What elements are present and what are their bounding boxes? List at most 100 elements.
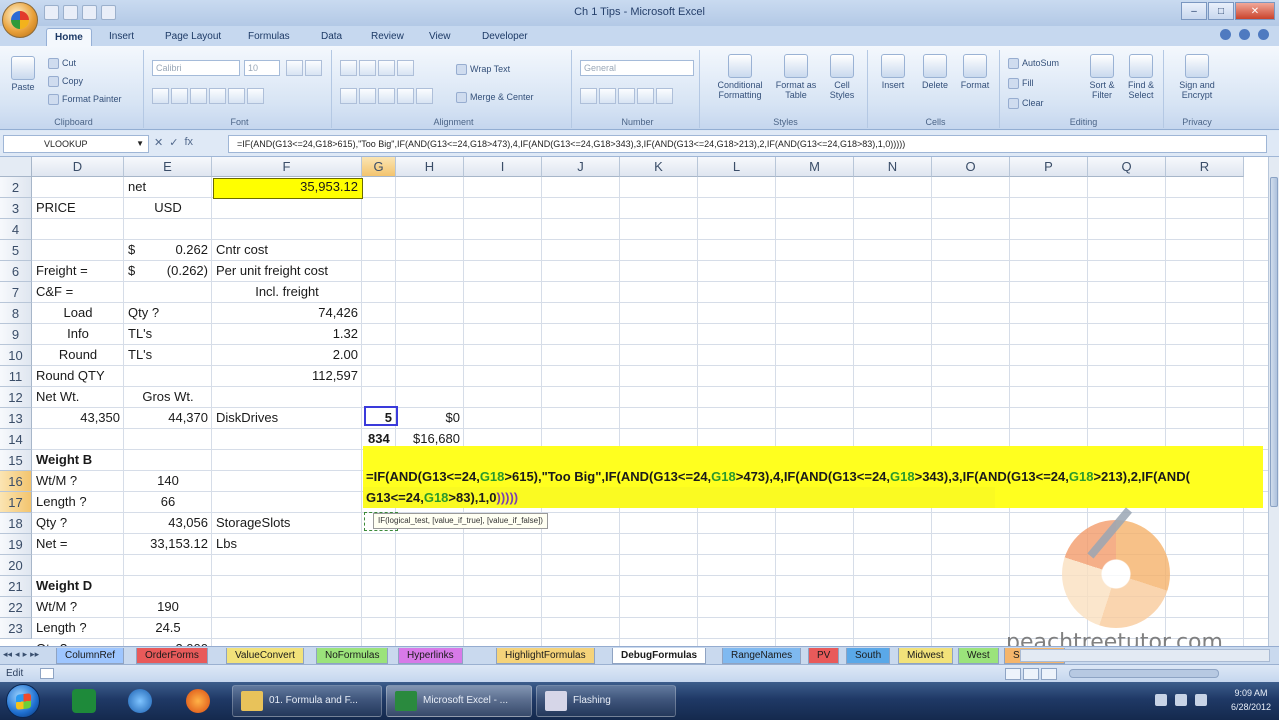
- copy-button[interactable]: Copy: [48, 74, 83, 88]
- column-header-g[interactable]: G: [362, 157, 396, 177]
- column-header-k[interactable]: K: [620, 157, 698, 177]
- cell-d11[interactable]: Round QTY: [32, 366, 124, 386]
- maximize-button[interactable]: □: [1208, 2, 1234, 20]
- start-button[interactable]: [6, 684, 40, 718]
- column-header-j[interactable]: J: [542, 157, 620, 177]
- insert-cells-button[interactable]: Insert: [878, 54, 908, 90]
- row-header-23[interactable]: 23: [0, 618, 32, 639]
- column-header-h[interactable]: H: [396, 157, 464, 177]
- column-header-q[interactable]: Q: [1088, 157, 1166, 177]
- wrap-text-button[interactable]: Wrap Text: [456, 62, 510, 76]
- sheet-tab-highlightformulas[interactable]: HighlightFormulas: [496, 648, 595, 664]
- network-icon[interactable]: [1175, 694, 1187, 706]
- cell-f2[interactable]: 35,953.12: [212, 177, 362, 197]
- pinned-app-1[interactable]: [64, 686, 104, 716]
- next-sheet-icon[interactable]: ▸: [23, 649, 28, 660]
- cell-e23[interactable]: 24.5: [124, 618, 212, 638]
- chevron-down-icon[interactable]: ▼: [136, 136, 144, 152]
- enter-icon[interactable]: ✓: [169, 136, 178, 149]
- row-header-16[interactable]: 16: [0, 471, 32, 492]
- column-header-f[interactable]: F: [212, 157, 362, 177]
- orientation-icon[interactable]: [397, 60, 414, 76]
- pinned-app-3[interactable]: [178, 686, 218, 716]
- cell-d19[interactable]: Net =: [32, 534, 124, 554]
- pinned-app-2[interactable]: [120, 686, 160, 716]
- macro-record-icon[interactable]: [40, 668, 54, 679]
- vertical-scrollbar[interactable]: [1268, 157, 1279, 646]
- cell-e22[interactable]: 190: [124, 597, 212, 617]
- cell-h14[interactable]: $16,680: [362, 429, 464, 449]
- sheet-tab-south[interactable]: South: [846, 648, 891, 664]
- cell-d6[interactable]: Freight =: [32, 261, 124, 281]
- sign-encrypt-button[interactable]: Sign and Encrypt: [1176, 54, 1218, 100]
- normal-view-icon[interactable]: [1005, 668, 1021, 680]
- sheet-tab-midwest[interactable]: Midwest: [898, 648, 953, 664]
- cell-d15[interactable]: Weight B: [32, 450, 124, 470]
- row-header-5[interactable]: 5: [0, 240, 32, 261]
- percent-icon[interactable]: [599, 88, 616, 104]
- help-icon[interactable]: [1220, 29, 1231, 40]
- clock[interactable]: 9:09 AM 6/28/2012: [1231, 686, 1271, 714]
- formula-input[interactable]: =IF(AND(G13<=24,G18>615),"Too Big",IF(AN…: [228, 135, 1267, 153]
- column-header-m[interactable]: M: [776, 157, 854, 177]
- increase-indent-icon[interactable]: [416, 88, 433, 104]
- cell-f10[interactable]: 2.00: [212, 345, 362, 365]
- taskbar-task-excel[interactable]: Microsoft Excel - ...: [386, 685, 532, 717]
- font-size-combo[interactable]: 10: [244, 60, 280, 76]
- column-header-i[interactable]: I: [464, 157, 542, 177]
- column-header-n[interactable]: N: [854, 157, 932, 177]
- align-middle-icon[interactable]: [359, 60, 376, 76]
- cell-e9[interactable]: TL's: [124, 324, 212, 344]
- cell-d9[interactable]: Info: [32, 324, 124, 344]
- cell-e16[interactable]: 140: [124, 471, 212, 491]
- cell-d22[interactable]: Wt/M ?: [32, 597, 124, 617]
- align-center-icon[interactable]: [359, 88, 376, 104]
- format-painter-button[interactable]: Format Painter: [48, 92, 122, 106]
- page-break-view-icon[interactable]: [1041, 668, 1057, 680]
- ribbon-minimize-icon[interactable]: [1239, 29, 1250, 40]
- cell-d21[interactable]: Weight D: [32, 576, 124, 596]
- bold-icon[interactable]: [152, 88, 169, 104]
- cell-e13[interactable]: 44,370: [124, 408, 212, 428]
- cut-button[interactable]: Cut: [48, 56, 76, 70]
- row-header-20[interactable]: 20: [0, 555, 32, 576]
- row-header-2[interactable]: 2: [0, 177, 32, 198]
- cell-e5[interactable]: 0.262: [124, 240, 212, 260]
- shrink-font-icon[interactable]: [305, 60, 322, 76]
- cell-e10[interactable]: TL's: [124, 345, 212, 365]
- close-button[interactable]: ✕: [1235, 2, 1275, 20]
- cell-d12[interactable]: Net Wt.: [32, 387, 124, 407]
- prev-sheet-icon[interactable]: ◂: [15, 649, 20, 660]
- row-header-8[interactable]: 8: [0, 303, 32, 324]
- align-left-icon[interactable]: [340, 88, 357, 104]
- volume-icon[interactable]: [1195, 694, 1207, 706]
- font-name-combo[interactable]: Calibri: [152, 60, 240, 76]
- number-format-combo[interactable]: General: [580, 60, 694, 76]
- row-header-21[interactable]: 21: [0, 576, 32, 597]
- comma-icon[interactable]: [618, 88, 635, 104]
- sheet-tab-debugformulas[interactable]: DebugFormulas: [612, 648, 707, 664]
- horizontal-scrollbar[interactable]: [1020, 649, 1270, 662]
- cell-d7[interactable]: C&F =: [32, 282, 124, 302]
- align-right-icon[interactable]: [378, 88, 395, 104]
- select-all-corner[interactable]: [0, 157, 32, 177]
- cancel-icon[interactable]: ✕: [154, 136, 163, 149]
- cell-f19[interactable]: Lbs: [212, 534, 362, 554]
- increase-decimal-icon[interactable]: [637, 88, 654, 104]
- align-top-icon[interactable]: [340, 60, 357, 76]
- clear-button[interactable]: Clear: [1008, 96, 1044, 110]
- format-as-table-button[interactable]: Format as Table: [774, 54, 818, 100]
- row-header-7[interactable]: 7: [0, 282, 32, 303]
- fill-color-icon[interactable]: [228, 88, 245, 104]
- name-box[interactable]: VLOOKUP ▼: [3, 135, 149, 153]
- cell-e12[interactable]: Gros Wt.: [124, 387, 212, 407]
- font-color-icon[interactable]: [247, 88, 264, 104]
- cell-f5[interactable]: Cntr cost: [212, 240, 362, 260]
- in-cell-formula-line-2[interactable]: G13<=24,G18>83),1,0))))): [366, 490, 518, 505]
- tab-page-layout[interactable]: Page Layout: [157, 28, 229, 46]
- page-layout-view-icon[interactable]: [1023, 668, 1039, 680]
- tab-developer[interactable]: Developer: [474, 28, 536, 46]
- cell-styles-button[interactable]: Cell Styles: [822, 54, 862, 100]
- cell-e6[interactable]: (0.262): [124, 261, 212, 281]
- sheet-tab-orderforms[interactable]: OrderForms: [136, 648, 208, 664]
